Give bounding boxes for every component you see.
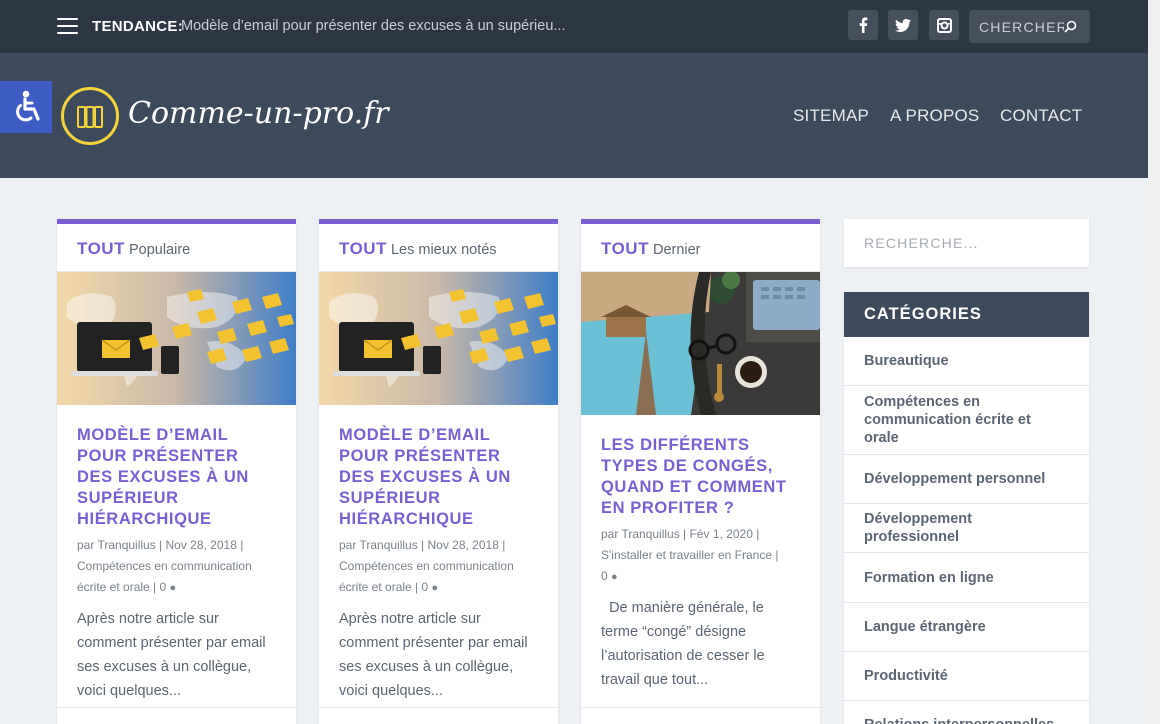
- category-item[interactable]: Développement professionnel: [844, 504, 1089, 553]
- card-tab[interactable]: TOUT Dernier: [581, 224, 820, 272]
- category-item[interactable]: Productivité: [844, 652, 1089, 701]
- twitter-icon[interactable]: [888, 10, 918, 40]
- tab-filter-label: Populaire: [128, 242, 191, 258]
- nav-a-propos[interactable]: A PROPOS: [890, 106, 979, 126]
- card-tab[interactable]: TOUT Populaire: [57, 224, 296, 272]
- categories-widget: CATÉGORIES Bureautique Compétences en co…: [844, 292, 1089, 724]
- comment-icon: ●: [611, 571, 618, 583]
- post-excerpt: Après notre article sur comment présente…: [339, 611, 528, 699]
- post-meta-category[interactable]: S'installer et travailler en France |: [601, 545, 800, 566]
- comment-icon: ●: [169, 582, 177, 594]
- post-excerpt: De manière générale, le terme “congé” dé…: [601, 600, 769, 688]
- post-meta: par Tranquillus | Nov 28, 2018 | Compéte…: [319, 530, 558, 599]
- category-item[interactable]: Formation en ligne: [844, 553, 1089, 603]
- post-thumbnail[interactable]: [581, 272, 820, 415]
- tab-filter-label: Dernier: [652, 242, 701, 258]
- comment-icon: ●: [431, 582, 439, 594]
- post-excerpt: Après notre article sur comment présente…: [77, 611, 266, 699]
- post-meta-category[interactable]: Compétences en communication: [339, 556, 538, 577]
- trending-label: TENDANCE:: [92, 18, 184, 35]
- post-title[interactable]: MODÈLE D’EMAIL POUR PRÉSENTER DES EXCUSE…: [319, 405, 558, 530]
- post-meta: par Tranquillus | Fév 1, 2020 | S'instal…: [581, 519, 820, 588]
- tab-all-label: TOUT: [601, 239, 649, 258]
- post-meta-category[interactable]: Compétences en communication: [77, 556, 276, 577]
- category-item[interactable]: Relations interpersonnelles: [844, 701, 1089, 724]
- post-meta-comments[interactable]: écrite et orale | 0: [77, 580, 166, 594]
- post-meta: par Tranquillus | Nov 28, 2018 | Compéte…: [57, 530, 296, 599]
- category-item[interactable]: Compétences en communication écrite et o…: [844, 386, 1089, 455]
- accessibility-icon[interactable]: [0, 81, 52, 133]
- top-bar: TENDANCE: Modèle d’email pour présenter …: [0, 0, 1148, 53]
- post-title[interactable]: LES DIFFÉRENTS TYPES DE CONGÉS, QUAND ET…: [581, 415, 820, 519]
- post-meta-author-date: par Tranquillus | Nov 28, 2018 |: [339, 538, 506, 552]
- tab-all-label: TOUT: [77, 239, 125, 258]
- nav-sitemap[interactable]: SITEMAP: [793, 106, 869, 126]
- post-meta-comments[interactable]: écrite et orale | 0: [339, 580, 428, 594]
- categories-title: CATÉGORIES: [844, 292, 1089, 337]
- post-title[interactable]: MODÈLE D’EMAIL POUR PRÉSENTER DES EXCUSE…: [57, 405, 296, 530]
- menu-icon[interactable]: [57, 18, 78, 34]
- logo-icon[interactable]: [61, 87, 119, 145]
- card-tab[interactable]: TOUT Les mieux notés: [319, 224, 558, 272]
- card-footer: [319, 707, 558, 724]
- page-scrollbar[interactable]: [1148, 0, 1160, 724]
- search-icon[interactable]: [1064, 20, 1077, 33]
- card-footer: [581, 707, 820, 724]
- tab-all-label: TOUT: [339, 239, 387, 258]
- post-thumbnail[interactable]: [319, 272, 558, 405]
- sidebar-search-input[interactable]: [864, 235, 1064, 251]
- top-search-input[interactable]: [979, 18, 1064, 35]
- post-meta-author-date: par Tranquillus | Nov 28, 2018 |: [77, 538, 244, 552]
- post-card: TOUT Dernier LES DIFFÉRENTS TYPES DE CONG…: [581, 219, 820, 724]
- post-card: TOUT Les mieux notés MODÈLE D’EMAIL POUR …: [319, 219, 558, 724]
- nav-contact[interactable]: CONTACT: [1000, 106, 1082, 126]
- post-meta-author-date: par Tranquillus | Fév 1, 2020 |: [601, 527, 760, 541]
- category-item[interactable]: Bureautique: [844, 337, 1089, 386]
- category-item[interactable]: Langue étrangère: [844, 603, 1089, 652]
- post-meta-comments[interactable]: 0: [601, 569, 608, 583]
- post-card: TOUT Populaire MODÈLE D’EMAIL POUR PRÉSEN…: [57, 219, 296, 724]
- facebook-icon[interactable]: [848, 10, 878, 40]
- trending-link[interactable]: Modèle d’email pour présenter des excuse…: [181, 18, 565, 34]
- post-thumbnail[interactable]: [57, 272, 296, 405]
- top-search: [969, 10, 1090, 43]
- category-item[interactable]: Développement personnel: [844, 455, 1089, 504]
- site-logo-text[interactable]: Comme-un-pro.fr: [128, 96, 389, 131]
- card-footer: [57, 707, 296, 724]
- tab-filter-label: Les mieux notés: [390, 242, 497, 258]
- instagram-icon[interactable]: [929, 10, 959, 40]
- sidebar-search: [844, 219, 1089, 267]
